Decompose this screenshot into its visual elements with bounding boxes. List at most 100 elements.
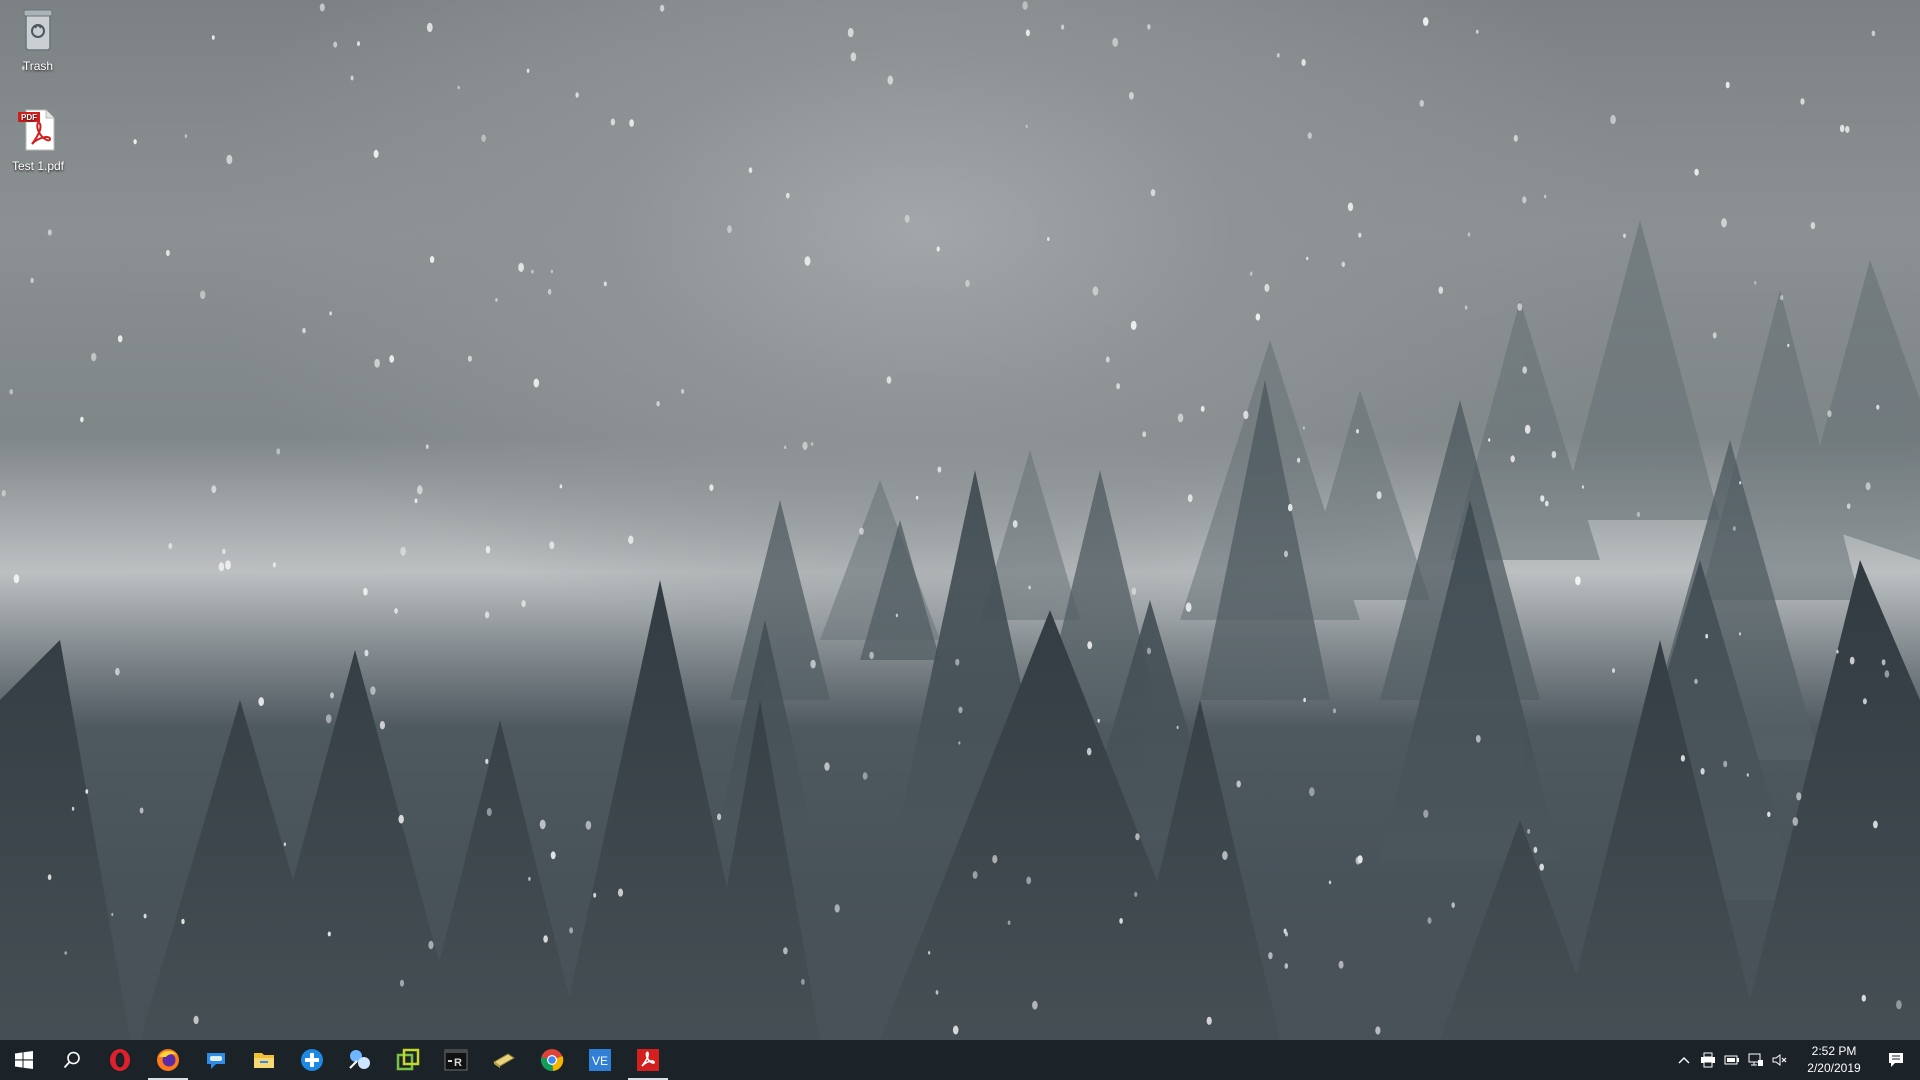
snowflake bbox=[467, 355, 472, 362]
snowflake bbox=[1873, 820, 1878, 829]
taskbar: R VE 2:52 PM 2/20/2019 bbox=[0, 1040, 1920, 1080]
snowflake bbox=[869, 651, 874, 660]
snowflake bbox=[1, 490, 6, 497]
snowflake bbox=[1451, 902, 1455, 908]
snowflake bbox=[1376, 491, 1382, 500]
snowflake bbox=[1488, 438, 1491, 442]
taskbar-app-r-terminal[interactable]: R bbox=[432, 1040, 480, 1080]
snowflake bbox=[417, 485, 423, 495]
snowflake bbox=[1255, 313, 1261, 321]
snowflake bbox=[1131, 587, 1137, 595]
snowflake bbox=[1510, 455, 1515, 463]
network-icon bbox=[1748, 1053, 1763, 1066]
snowflake bbox=[1025, 29, 1030, 37]
snowflake bbox=[1303, 697, 1306, 703]
snowflake bbox=[64, 951, 67, 955]
snowflake bbox=[1047, 237, 1050, 241]
show-hidden-icons-button[interactable] bbox=[1672, 1040, 1696, 1080]
snowflake bbox=[1146, 647, 1152, 655]
start-button[interactable] bbox=[0, 1040, 48, 1080]
taskbar-app-network[interactable] bbox=[336, 1040, 384, 1080]
snowflake bbox=[184, 134, 188, 139]
taskbar-app-ticket[interactable] bbox=[480, 1040, 528, 1080]
snowflake bbox=[225, 560, 231, 570]
snowflake bbox=[521, 600, 526, 608]
snowflake bbox=[222, 548, 226, 555]
snowflake bbox=[972, 871, 978, 879]
tray-volume[interactable] bbox=[1768, 1040, 1792, 1080]
snowflake bbox=[1754, 281, 1757, 285]
snowflake bbox=[1022, 1, 1028, 10]
opera-icon bbox=[110, 1049, 130, 1071]
snowflake bbox=[786, 192, 790, 199]
snowflake bbox=[9, 389, 13, 395]
taskbar-app-opera[interactable] bbox=[96, 1040, 144, 1080]
snowflake bbox=[628, 535, 634, 544]
snowflake bbox=[801, 978, 805, 985]
taskbar-app-firefox[interactable] bbox=[144, 1040, 192, 1080]
snowflake bbox=[1026, 876, 1032, 885]
snowflake bbox=[518, 262, 524, 272]
taskbar-app-medical[interactable] bbox=[288, 1040, 336, 1080]
snowflake bbox=[531, 269, 534, 274]
desktop-icon-test-pdf[interactable]: PDF Test 1.pdf bbox=[0, 106, 76, 173]
desktop-icon-trash[interactable]: Trash bbox=[0, 6, 76, 73]
desktop[interactable]: Trash PDF Test 1.pdf bbox=[0, 0, 1920, 1040]
snowflake bbox=[1268, 952, 1273, 960]
snowflake bbox=[329, 311, 332, 316]
snowflake bbox=[783, 947, 788, 955]
snowflake bbox=[1338, 960, 1344, 969]
snowflake bbox=[810, 659, 816, 669]
snowflake bbox=[1623, 233, 1626, 238]
taskbar-app-chrome[interactable] bbox=[528, 1040, 576, 1080]
taskbar-clock[interactable]: 2:52 PM 2/20/2019 bbox=[1796, 1043, 1872, 1077]
snowflake bbox=[717, 813, 722, 821]
search-button[interactable] bbox=[48, 1040, 96, 1080]
snowflake bbox=[80, 416, 84, 423]
snowflake bbox=[1694, 168, 1699, 176]
action-center-button[interactable] bbox=[1872, 1040, 1920, 1080]
taskbar-app-acrobat[interactable] bbox=[624, 1040, 672, 1080]
snowflake bbox=[1297, 457, 1301, 463]
snowflake bbox=[1306, 256, 1309, 261]
snowflake bbox=[1746, 773, 1749, 777]
snowflake bbox=[429, 256, 435, 263]
taskbar-app-vm[interactable] bbox=[384, 1040, 432, 1080]
snowflake bbox=[484, 611, 490, 619]
snowflake bbox=[952, 1025, 959, 1035]
desktop-icon-label: Trash bbox=[22, 59, 54, 73]
snowflake bbox=[1732, 526, 1736, 531]
snowflake bbox=[1307, 132, 1312, 140]
snowflake bbox=[629, 119, 634, 127]
snowflake bbox=[168, 543, 173, 549]
taskbar-app-file-explorer[interactable] bbox=[240, 1040, 288, 1080]
snowflake bbox=[1871, 30, 1876, 37]
snowflake bbox=[1884, 670, 1890, 678]
snowflake bbox=[485, 545, 491, 554]
snowflake bbox=[992, 855, 998, 864]
snowflake bbox=[1333, 708, 1336, 714]
snowflake bbox=[398, 814, 404, 824]
snowflake bbox=[1187, 494, 1193, 503]
snowflake bbox=[115, 667, 120, 676]
clock-date: 2/20/2019 bbox=[1807, 1061, 1861, 1075]
snowflake bbox=[904, 214, 910, 223]
tray-battery[interactable] bbox=[1720, 1040, 1744, 1080]
snowflake bbox=[327, 931, 331, 937]
snowflake bbox=[1787, 343, 1790, 348]
taskbar-app-chat[interactable] bbox=[192, 1040, 240, 1080]
snowflake bbox=[1419, 99, 1425, 107]
pdf-file-icon: PDF bbox=[18, 109, 55, 151]
tray-printer[interactable] bbox=[1696, 1040, 1720, 1080]
taskbar-app-vectorworks[interactable]: VE bbox=[576, 1040, 624, 1080]
snowflake bbox=[1284, 550, 1288, 558]
snowflake bbox=[937, 466, 942, 473]
snowflake bbox=[559, 484, 563, 489]
snowflake bbox=[1012, 520, 1018, 528]
tray-network[interactable] bbox=[1744, 1040, 1768, 1080]
pdf-badge: PDF bbox=[21, 113, 37, 122]
snowflake bbox=[1206, 1016, 1212, 1025]
snowflake bbox=[226, 154, 233, 165]
snowflake bbox=[709, 484, 714, 491]
vectorworks-icon: VE bbox=[589, 1049, 611, 1071]
